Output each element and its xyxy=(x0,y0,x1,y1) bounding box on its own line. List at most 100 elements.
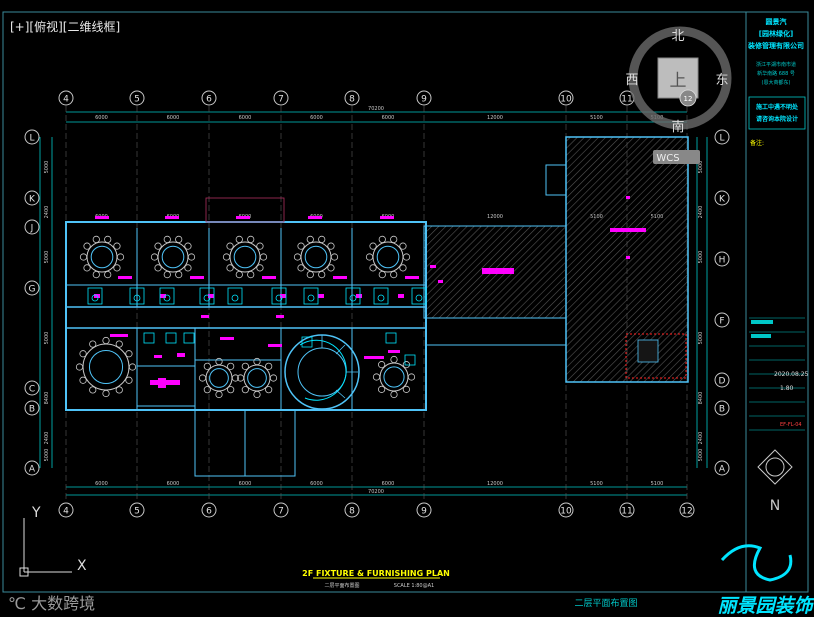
plan-scale: SCALE 1:80@A1 xyxy=(394,583,434,589)
viewcube-west[interactable]: 西 xyxy=(625,73,638,88)
furniture-label-7 xyxy=(262,276,276,279)
watermark: ℃ 大数跨境 xyxy=(8,590,95,614)
toilet-7 xyxy=(307,294,315,302)
axis-bubble-bottom-10-label: 10 xyxy=(560,507,572,517)
round-table-private-1 xyxy=(79,235,125,279)
axis-bubble-bottom-5: 5 xyxy=(129,502,145,518)
viewcube-east[interactable]: 东 xyxy=(715,73,728,88)
bottom-dim-0: 6000 xyxy=(95,481,108,487)
axis-bubble-right-L-label: L xyxy=(719,134,724,144)
tb-drawing-name: 二层平面布置图 xyxy=(574,597,637,609)
axis-bubble-left-J-label: J xyxy=(30,224,34,234)
axis-bubble-top-7: 7 xyxy=(273,90,289,106)
restroom-stall-9 xyxy=(373,287,389,305)
axis-bubble-bottom-6-label: 6 xyxy=(206,507,212,517)
top-dim-4: 6000 xyxy=(382,115,395,121)
tb-version: 1.80 xyxy=(780,385,794,392)
tb-addr3: (恩大商都东) xyxy=(762,79,791,86)
axis-bubble-right-D: D xyxy=(714,372,730,388)
viewcube-north[interactable]: 北 xyxy=(671,29,684,44)
tb-warning1: 施工中遇不明处 xyxy=(756,103,799,111)
viewcube-south[interactable]: 南 xyxy=(671,119,684,135)
axis-bubble-right-A: A xyxy=(714,460,730,476)
axis-bubble-top-7-label: 7 xyxy=(278,95,284,105)
right-dim-5: 2400 xyxy=(698,432,704,445)
furniture-label-24 xyxy=(364,356,384,359)
axis-bubble-left-C: C xyxy=(24,380,40,396)
furniture-label-18 xyxy=(276,315,284,318)
furniture-label-22 xyxy=(220,337,234,340)
service-fixture-2 xyxy=(165,332,177,344)
tb-brand: 丽景园装饰 xyxy=(717,595,814,617)
tb-company2: [园林绿化] xyxy=(759,29,793,38)
axis-bubble-left-J: J xyxy=(24,219,40,235)
watermark-logo-icon: ℃ xyxy=(8,594,26,613)
wcs-label: WCS xyxy=(656,153,679,164)
axis-bubble-left-L-label: L xyxy=(29,134,34,144)
tb-company1: 圆景汽 xyxy=(766,17,787,26)
right-dim-4: 8400 xyxy=(698,392,704,405)
axis-bubble-top-9: 9 xyxy=(416,90,432,106)
axis-bubble-left-B-label: B xyxy=(29,405,35,415)
axis-bubble-top-8-label: 8 xyxy=(349,95,355,105)
total-dim-top: 70200 xyxy=(368,106,384,112)
furniture-label-9 xyxy=(405,276,419,279)
top-dim-0: 6000 xyxy=(95,115,108,121)
furniture-label-23 xyxy=(268,344,282,347)
top-dim-3: 6000 xyxy=(310,115,323,121)
drawing-canvas[interactable]: 6000 6000 6000 6000 6000 6000 6000 6000 6000 6000… xyxy=(0,0,814,617)
axis-bubble-top-5: 5 xyxy=(129,90,145,106)
tb-warning2: 请咨询本院设计 xyxy=(756,115,798,123)
axis-bubble-right-F: F xyxy=(714,312,730,328)
axis-bubble-right-B: B xyxy=(714,400,730,416)
axis-bubble-left-A-label: A xyxy=(29,465,36,475)
ucs-y-label: Y xyxy=(31,505,41,521)
tb-date: 2020.08.25 xyxy=(774,371,809,378)
toilet-8 xyxy=(349,294,357,302)
axis-bubble-bottom-9: 9 xyxy=(416,502,432,518)
left-dim-2: 5000 xyxy=(44,251,50,264)
bottom-dim-4: 6000 xyxy=(382,481,395,487)
service-fixture-3 xyxy=(183,332,195,344)
tb-company3: 装修管理有限公司 xyxy=(747,41,804,50)
bottom-dim-7: 5100 xyxy=(651,481,664,487)
axis-bubble-right-D-label: D xyxy=(719,377,726,387)
furniture-label-21 xyxy=(177,353,185,357)
axis-bubble-bottom-4-label: 4 xyxy=(63,507,69,517)
left-dim-0: 5000 xyxy=(44,161,50,174)
axis-bubble-top-4: 4 xyxy=(58,90,74,106)
furniture-label-3 xyxy=(308,216,322,219)
viewport-control-label[interactable]: [+][俯视][二维线框] xyxy=(10,18,120,35)
viewcube-corner-mark: 12 xyxy=(684,95,693,103)
right-dim-3: 5000 xyxy=(698,332,704,345)
axis-bubble-top-9-label: 9 xyxy=(421,95,427,105)
axis-bubble-left-B: B xyxy=(24,400,40,416)
axis-bubble-right-B-label: B xyxy=(719,405,725,415)
round-table-private-5 xyxy=(365,235,411,279)
viewcube-top-face[interactable]: 上 xyxy=(670,71,687,91)
service-fixture-1 xyxy=(143,332,155,344)
axis-bubble-bottom-7: 7 xyxy=(273,502,289,518)
watermark-text: 大数跨境 xyxy=(31,594,96,613)
mid-dim-5: 12000 xyxy=(487,214,503,220)
ucs-x-label: X xyxy=(77,558,87,574)
furniture-label-14 xyxy=(318,294,324,298)
round-table-private-4 xyxy=(293,235,339,279)
round-table-banquet xyxy=(75,336,137,398)
toilet-9 xyxy=(377,294,385,302)
service-fixture-5 xyxy=(385,332,397,344)
furniture-label-17 xyxy=(201,315,209,318)
axis-bubble-bottom-9-label: 9 xyxy=(421,507,427,517)
round-table-east xyxy=(372,355,416,399)
bottom-dim-2: 6000 xyxy=(239,481,252,487)
axis-bubble-top-11-label: 11 xyxy=(621,95,632,105)
axis-bubble-top-4-label: 4 xyxy=(63,95,69,105)
ucs-icon: Y X xyxy=(19,505,87,577)
round-table-small-1 xyxy=(198,357,240,399)
plan-title-en: 2F FIXTURE & FURNISHING PLAN xyxy=(302,569,450,578)
bottom-dim-5: 12000 xyxy=(487,481,503,487)
total-dim-bottom: 70200 xyxy=(368,489,384,495)
axis-bubble-right-L: L xyxy=(714,129,730,145)
axis-bubble-top-5-label: 5 xyxy=(134,95,140,105)
service-fixture-6 xyxy=(404,354,416,366)
